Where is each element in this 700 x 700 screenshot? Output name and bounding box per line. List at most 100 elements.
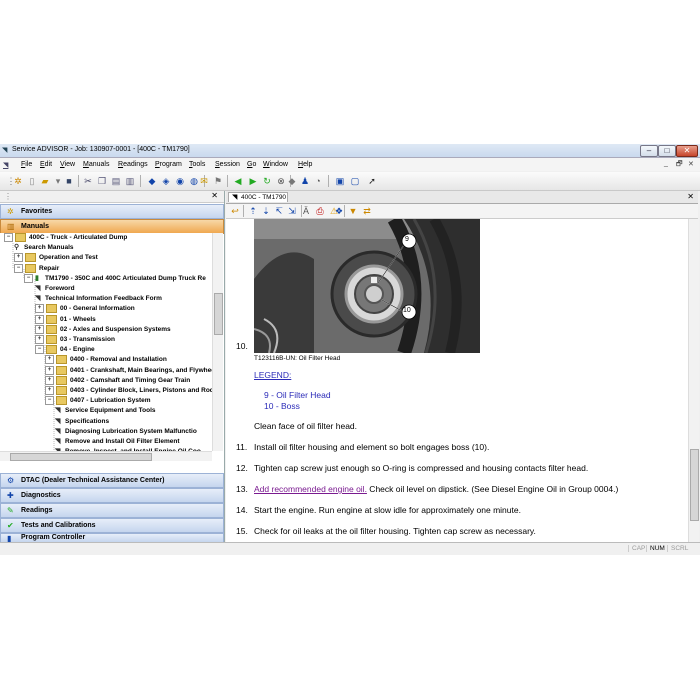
- tree-item[interactable]: − 04 - Engine: [35, 345, 95, 355]
- navigation-pane-close-button[interactable]: ✕: [211, 191, 218, 200]
- mdi-close-button[interactable]: ✕: [688, 160, 694, 168]
- menu-program[interactable]: Program: [155, 161, 182, 168]
- nav-header-tests[interactable]: ✔ Tests and Calibrations: [0, 518, 224, 533]
- next-page-icon[interactable]: ↸: [274, 206, 284, 216]
- tree-item[interactable]: − 400C - Truck - Articulated Dump: [4, 233, 127, 243]
- collapse-icon[interactable]: −: [24, 273, 33, 283]
- collapse-icon[interactable]: −: [4, 233, 13, 242]
- menu-view[interactable]: View: [60, 161, 75, 168]
- tree-item[interactable]: ◥ Diagnosing Lubrication System Malfuncti…: [55, 427, 197, 437]
- mail-icon[interactable]: ✉: [199, 176, 209, 186]
- open-folder-icon[interactable]: ▰: [40, 176, 50, 186]
- tree-item[interactable]: +0402 - Camshaft and Timing Gear Train: [45, 375, 190, 386]
- tree-item[interactable]: +03 - Transmission: [35, 335, 115, 345]
- nav-header-diagnostics[interactable]: ✚ Diagnostics: [0, 488, 224, 503]
- tree-vertical-scrollbar[interactable]: [212, 233, 223, 451]
- tree-item[interactable]: ◥ Technical Information Feedback Form: [35, 294, 162, 304]
- person-icon[interactable]: ♟: [300, 176, 310, 186]
- menu-file[interactable]: File: [21, 161, 32, 168]
- dropdown-arrow-icon[interactable]: ▾: [53, 176, 63, 186]
- flag-icon[interactable]: ⚑: [213, 176, 223, 186]
- nav-header-readings[interactable]: ✎ Readings: [0, 503, 224, 518]
- expand-icon[interactable]: +: [35, 314, 44, 324]
- go-up-icon[interactable]: ⇡: [248, 206, 258, 216]
- screenshot-icon[interactable]: ▣: [335, 176, 345, 186]
- expand-icon[interactable]: +: [45, 386, 54, 395]
- tree-item[interactable]: ◥ Service Equipment and Tools: [55, 406, 156, 416]
- scrollbar-thumb[interactable]: [214, 293, 223, 335]
- cut-icon[interactable]: ✂: [83, 176, 93, 186]
- expand-icon[interactable]: +: [45, 365, 54, 375]
- minimize-button[interactable]: –: [640, 145, 658, 157]
- unit-icon[interactable]: ◈: [161, 176, 171, 186]
- legend-title-link[interactable]: LEGEND:: [254, 370, 291, 380]
- paste-icon[interactable]: ▤: [111, 176, 121, 186]
- tree-item[interactable]: ◥ Specifications: [55, 417, 109, 427]
- collapse-icon[interactable]: −: [45, 396, 54, 406]
- last-page-icon[interactable]: ⇲: [287, 206, 297, 216]
- tab-400c-tm1790[interactable]: ◥ 400C - TM1790: [228, 192, 288, 202]
- tree-item[interactable]: ◥ Remove and Install Oil Filter Element: [55, 437, 180, 447]
- new-document-icon[interactable]: ▯: [27, 176, 37, 186]
- collapse-icon[interactable]: −: [35, 345, 44, 355]
- nav-header-favorites[interactable]: ✲ Favorites: [0, 204, 224, 219]
- back-icon[interactable]: ◀: [233, 176, 243, 186]
- add-engine-oil-link[interactable]: Add recommended engine oil.: [254, 484, 367, 494]
- link-icon[interactable]: ⇄: [362, 206, 372, 216]
- tree-item[interactable]: +0403 - Cylinder Block, Liners, Pistons …: [45, 386, 212, 396]
- menu-help[interactable]: Help: [298, 161, 312, 168]
- tree-item[interactable]: − 0407 - Lubrication System: [45, 396, 151, 406]
- stop-icon[interactable]: ⊗: [276, 176, 286, 186]
- maximize-button[interactable]: □: [658, 145, 676, 157]
- arrow-left-icon[interactable]: ▼: [348, 206, 358, 216]
- sparkle-icon[interactable]: ✲: [13, 176, 23, 186]
- menu-edit[interactable]: Edit: [40, 161, 52, 168]
- menu-readings[interactable]: Readings: [118, 161, 148, 168]
- scrollbar-thumb[interactable]: [690, 449, 699, 521]
- pointer-help-icon[interactable]: ➚: [367, 176, 377, 186]
- menu-go[interactable]: Go: [247, 161, 256, 168]
- forward-icon[interactable]: ▶: [248, 176, 258, 186]
- tree-item[interactable]: +00 - General Information: [35, 304, 135, 314]
- find-icon[interactable]: Ä: [301, 206, 311, 216]
- bookmark-icon[interactable]: ↩: [230, 206, 240, 216]
- scrollbar-thumb[interactable]: [10, 453, 152, 461]
- nav-header-manuals[interactable]: ▥ Manuals: [0, 219, 224, 234]
- tree-item[interactable]: ⚲ Search Manuals: [14, 243, 74, 253]
- previous-page-icon[interactable]: ⇣: [261, 206, 271, 216]
- close-button[interactable]: ✕: [676, 145, 698, 157]
- notes-icon[interactable]: ❖: [334, 206, 344, 216]
- tab-close-button[interactable]: ✕: [687, 192, 694, 201]
- expand-icon[interactable]: +: [45, 355, 54, 365]
- home-icon[interactable]: ◆: [287, 176, 297, 186]
- clock-icon[interactable]: ◔: [313, 176, 323, 186]
- tree-item[interactable]: ◥ Foreword: [35, 284, 75, 294]
- tree-item[interactable]: +02 - Axles and Suspension Systems: [35, 324, 171, 335]
- collapse-icon[interactable]: −: [14, 263, 23, 273]
- save-icon[interactable]: ■: [64, 176, 74, 186]
- print-topic-icon[interactable]: ⎙: [315, 206, 325, 216]
- menu-session[interactable]: Session: [215, 161, 240, 168]
- expand-icon[interactable]: +: [35, 335, 44, 344]
- expand-icon[interactable]: +: [14, 253, 23, 263]
- print-icon[interactable]: ▥: [125, 176, 135, 186]
- expand-icon[interactable]: ▢: [350, 176, 360, 186]
- tree-item[interactable]: +0400 - Removal and Installation: [45, 355, 167, 365]
- menu-tools[interactable]: Tools: [189, 161, 205, 168]
- copy-icon[interactable]: ❐: [97, 176, 107, 186]
- mdi-restore-button[interactable]: 🗗: [676, 160, 683, 171]
- refresh-icon[interactable]: ↻: [262, 176, 272, 186]
- tree-item[interactable]: +0401 - Crankshaft, Main Bearings, and F…: [45, 365, 212, 376]
- expand-icon[interactable]: +: [45, 375, 54, 385]
- nav-header-dtac[interactable]: ⚙ DTAC (Dealer Technical Assistance Cent…: [0, 473, 224, 488]
- tree-item[interactable]: − Repair: [14, 263, 59, 274]
- mdi-minimize-button[interactable]: _: [664, 160, 668, 167]
- job-icon[interactable]: ◆: [147, 176, 157, 186]
- readings-tool-icon[interactable]: ◍: [189, 176, 199, 186]
- tree-item[interactable]: +01 - Wheels: [35, 314, 96, 325]
- expand-icon[interactable]: +: [35, 324, 44, 334]
- tree-horizontal-scrollbar[interactable]: [0, 451, 212, 461]
- document-vertical-scrollbar[interactable]: [688, 219, 699, 542]
- expand-icon[interactable]: +: [35, 304, 44, 314]
- tree-item[interactable]: − ▮ TM1790 - 350C and 400C Articulated Dum…: [24, 273, 206, 284]
